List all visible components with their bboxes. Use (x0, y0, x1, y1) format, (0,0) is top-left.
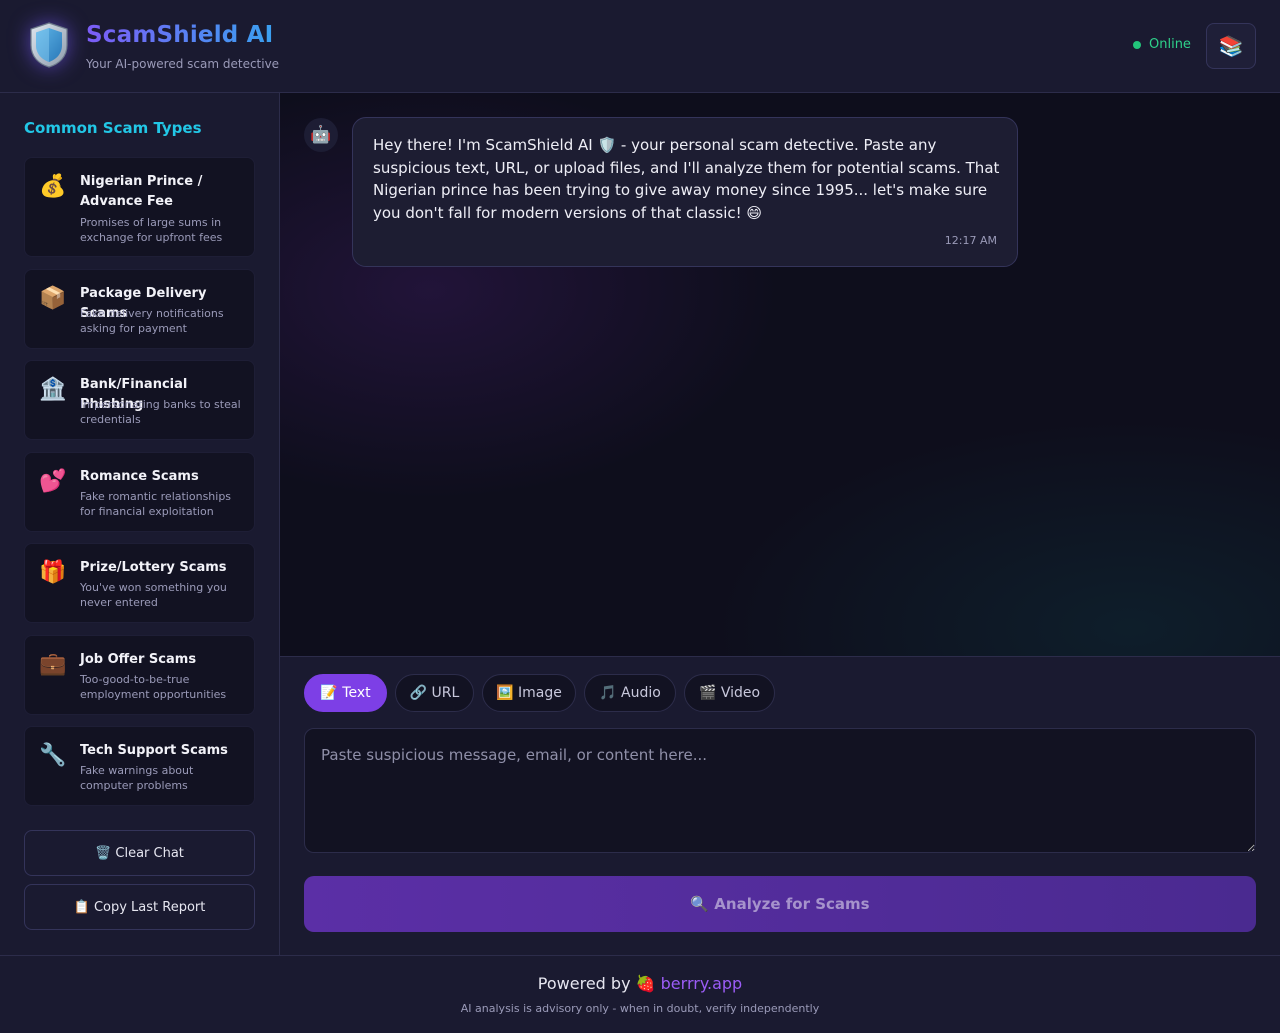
scam-type-description: Too-good-to-be-true employment opportuni… (80, 673, 227, 701)
scam-type-card-bank-phishing[interactable]: 🏦 Bank/Financial Phishing Impersonating … (24, 360, 255, 440)
status-label: Online (1149, 37, 1191, 52)
chat-area: 🤖 Hey there! I'm ScamShield AI 🛡️ - your… (280, 93, 1280, 656)
scam-type-description: Fake warnings about computer problems (80, 764, 194, 792)
scam-type-description: Fake delivery notifications asking for p… (80, 307, 224, 335)
analyze-button[interactable]: 🔍 Analyze for Scams (304, 876, 1256, 932)
scam-type-name: Job Offer Scams (80, 652, 197, 667)
bot-message: Hey there! I'm ScamShield AI 🛡️ - your p… (352, 117, 1018, 267)
scam-type-card-nigerian-prince[interactable]: 💰 Nigerian Prince / Advance Fee Promises… (24, 157, 255, 257)
bank-icon: 🏦 (39, 377, 67, 402)
resources-button[interactable]: 📚 (1206, 23, 1256, 69)
tab-text[interactable]: 📝 Text (304, 674, 387, 712)
status-dot-icon (1133, 40, 1141, 49)
copy-last-report-button[interactable]: 📋 Copy Last Report (24, 884, 255, 930)
scam-type-description: Impersonating banks to steal credentials (80, 398, 241, 426)
scam-type-card-package-delivery[interactable]: 📦 Package Delivery Scams Fake delivery n… (24, 269, 255, 349)
tab-audio[interactable]: 🎵 Audio (584, 674, 676, 712)
footer: Powered by 🍓 berrry.app AI analysis is a… (0, 955, 1280, 1033)
scam-type-card-job-offer[interactable]: 💼 Job Offer Scams Too-good-to-be-true em… (24, 635, 255, 715)
clear-chat-button[interactable]: 🗑️ Clear Chat (24, 830, 255, 876)
scam-type-card-prize-lottery[interactable]: 🎁 Prize/Lottery Scams You've won somethi… (24, 543, 255, 623)
scam-type-description: Fake romantic relationships for financia… (80, 490, 232, 518)
shield-icon (26, 20, 72, 70)
sidebar: Common Scam Types 💰 Nigerian Prince / Ad… (0, 93, 280, 955)
app-title: ScamShield AI (86, 22, 274, 48)
berrry-app-link[interactable]: berrry.app (661, 974, 743, 993)
package-icon: 📦 (39, 286, 67, 311)
disclaimer: AI analysis is advisory only - when in d… (460, 1002, 820, 1015)
gift-icon: 🎁 (39, 560, 67, 585)
scam-type-name: Romance Scams (80, 469, 199, 484)
tab-image[interactable]: 🖼️ Image (482, 674, 576, 712)
scam-type-card-tech-support[interactable]: 🔧 Tech Support Scams Fake warnings about… (24, 726, 255, 806)
app-subtitle: Your AI-powered scam detective (86, 57, 280, 71)
hearts-icon: 💕 (39, 469, 67, 494)
tab-video[interactable]: 🎬 Video (684, 674, 775, 712)
sidebar-title: Common Scam Types (24, 119, 202, 137)
scam-type-card-romance[interactable]: 💕 Romance Scams Fake romantic relationsh… (24, 452, 255, 532)
input-panel: 📝 Text 🔗 URL 🖼️ Image 🎵 Audio 🎬 Video 🔍 … (280, 656, 1280, 955)
message-input[interactable] (304, 728, 1256, 853)
status-indicator: Online (1133, 37, 1191, 52)
tab-url[interactable]: 🔗 URL (395, 674, 474, 712)
powered-by-prefix: Powered by 🍓 (537, 974, 656, 993)
powered-by: Powered by 🍓 berrry.app (0, 974, 1280, 993)
scam-type-description: Promises of large sums in exchange for u… (80, 216, 223, 244)
message-timestamp: 12:17 AM (944, 234, 997, 247)
briefcase-icon: 💼 (39, 652, 67, 677)
books-icon: 📚 (1218, 34, 1244, 58)
app-header: ScamShield AI Your AI-powered scam detec… (0, 0, 1280, 93)
robot-icon: 🤖 (304, 118, 338, 152)
scam-type-name: Prize/Lottery Scams (80, 560, 227, 575)
wrench-icon: 🔧 (39, 743, 67, 768)
money-bag-icon: 💰 (39, 174, 67, 199)
scam-type-name: Nigerian Prince / Advance Fee (80, 174, 203, 209)
message-text: Hey there! I'm ScamShield AI 🛡️ - your p… (373, 136, 1000, 222)
scam-type-name: Tech Support Scams (80, 743, 228, 758)
scam-type-description: You've won something you never entered (80, 581, 227, 609)
